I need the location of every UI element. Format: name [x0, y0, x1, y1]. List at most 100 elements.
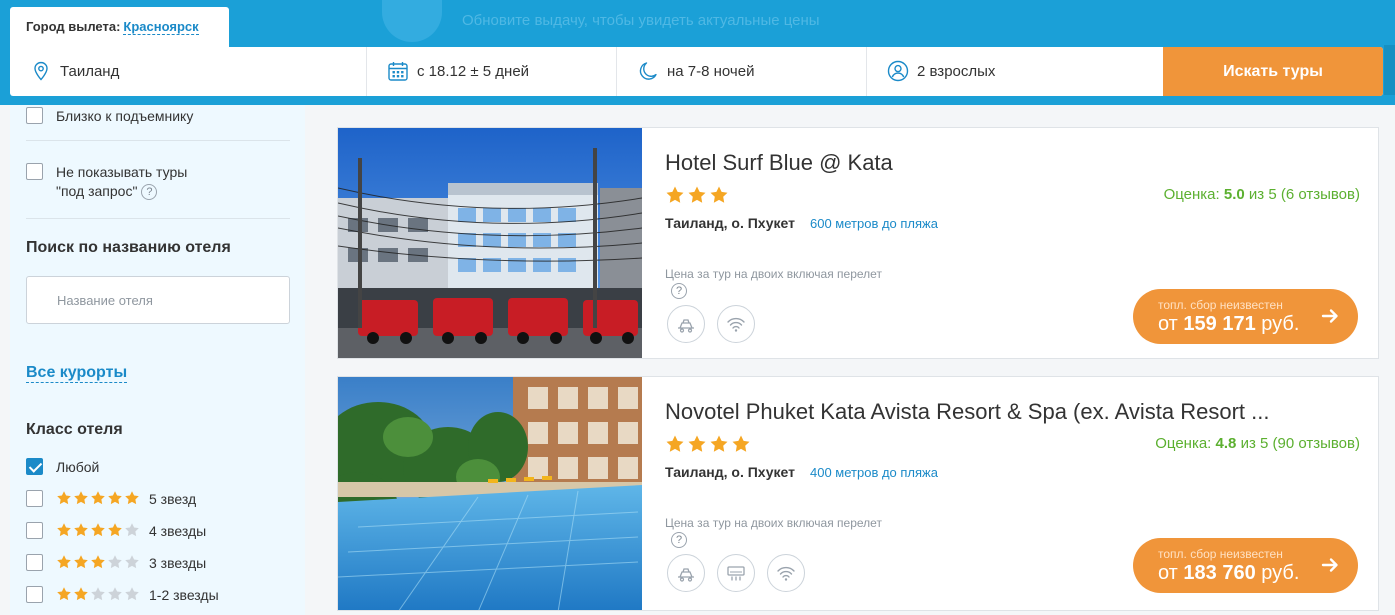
search-tours-button[interactable]: Искать туры: [1163, 47, 1383, 96]
hotel-rating[interactable]: Оценка: 5.0 из 5 (6 отзывов): [1164, 186, 1360, 203]
price-currency: руб.: [1261, 313, 1300, 335]
class-option-1-2[interactable]: 1-2 звезды: [26, 586, 219, 605]
near-lift-label: Близко к подъемнику: [56, 108, 194, 124]
price-value: от 183 760 руб.: [1158, 562, 1299, 585]
hotel-name-input[interactable]: [26, 276, 290, 324]
no-request-checkbox[interactable]: [26, 163, 43, 180]
price-currency: руб.: [1261, 562, 1300, 584]
star-filled-icon: [74, 555, 88, 569]
star-filled-icon: [74, 491, 88, 505]
people-field[interactable]: 2 взрослых: [867, 47, 1163, 96]
price-button[interactable]: топл. сбор неизвестен от 159 171 руб.: [1133, 289, 1358, 344]
help-icon[interactable]: ?: [671, 532, 687, 548]
location-pin-icon: [34, 61, 48, 81]
price-value: от 159 171 руб.: [1158, 313, 1299, 336]
beach-distance-link[interactable]: 400 метров до пляжа: [810, 465, 938, 480]
filter-no-request[interactable]: Не показывать туры "под запрос"?: [26, 163, 187, 201]
star-filled-icon: [91, 491, 105, 505]
star-empty-icon: [108, 587, 122, 601]
date-value: с 18.12 ± 5 дней: [417, 63, 530, 80]
hotel-rating[interactable]: Оценка: 4.8 из 5 (90 отзывов): [1155, 435, 1360, 452]
price-button[interactable]: топл. сбор неизвестен от 183 760 руб.: [1133, 538, 1358, 593]
departure-city-link[interactable]: Красноярск: [123, 19, 199, 35]
arrow-right-icon: [1321, 309, 1338, 323]
filter-near-lift[interactable]: Близко к подъемнику: [26, 107, 193, 126]
date-field[interactable]: с 18.12 ± 5 дней: [367, 47, 617, 96]
class-4-label: 4 звезды: [149, 523, 207, 539]
star-filled-icon: [666, 435, 684, 452]
star-rating: [56, 522, 141, 538]
class-3-label: 3 звезды: [149, 555, 207, 571]
hotel-location: Таиланд, о. Пхукет: [665, 464, 795, 480]
beach-distance-link[interactable]: 600 метров до пляжа: [810, 216, 938, 231]
rating-rest: из 5 (6 отзывов): [1248, 186, 1360, 203]
hotel-info: Novotel Phuket Kata Avista Resort & Spa …: [642, 377, 1378, 610]
class-option-4[interactable]: 4 звезды: [26, 522, 206, 541]
class-1-2-label: 1-2 звезды: [149, 587, 219, 603]
hotel-search-title: Поиск по названию отеля: [26, 239, 231, 256]
hotel-stars: [665, 185, 731, 205]
hotel-name[interactable]: Novotel Phuket Kata Avista Resort & Spa …: [665, 399, 1269, 425]
divider: [26, 218, 290, 219]
hotel-card[interactable]: Hotel Surf Blue @ Kata Оценка: 5.0 из 5 …: [337, 127, 1379, 359]
star-filled-icon: [91, 523, 105, 537]
destination-field[interactable]: Таиланд: [10, 47, 367, 96]
wifi-icon: [717, 305, 755, 343]
star-filled-icon: [74, 587, 88, 601]
rating-value: 5.0: [1223, 186, 1245, 203]
wifi-icon: [767, 554, 805, 592]
filters-sidebar: Близко к подъемнику Не показывать туры "…: [10, 105, 305, 615]
search-bar: Таиланд с 18.12 ± 5 дней на 7-8 ночей 2 …: [10, 47, 1383, 96]
all-resorts-link[interactable]: Все курорты: [26, 364, 128, 383]
class-5-checkbox[interactable]: [26, 490, 43, 507]
star-filled-icon: [108, 523, 122, 537]
star-filled-icon: [732, 435, 750, 452]
hotel-photo[interactable]: [338, 377, 642, 610]
calendar-icon: [388, 62, 408, 81]
class-option-3[interactable]: 3 звезды: [26, 554, 206, 573]
arrow-right-icon: [1321, 558, 1338, 572]
near-lift-checkbox[interactable]: [26, 107, 43, 124]
scrollbar[interactable]: [1384, 45, 1395, 95]
hotel-name[interactable]: Hotel Surf Blue @ Kata: [665, 150, 893, 176]
resort-pool-photo: [338, 377, 642, 610]
price-note: Цена за тур на двоих включая перелет: [665, 267, 882, 281]
star-filled-icon: [710, 435, 728, 452]
class-3-checkbox[interactable]: [26, 554, 43, 571]
price-prefix: от: [1158, 562, 1178, 584]
nights-value: на 7-8 ночей: [667, 63, 755, 80]
class-option-5[interactable]: 5 звезд: [26, 490, 196, 509]
help-icon[interactable]: ?: [671, 283, 687, 299]
rating-value: 4.8: [1215, 435, 1237, 452]
class-any-checkbox[interactable]: [26, 458, 43, 475]
people-value: 2 взрослых: [917, 63, 996, 80]
no-request-line2: "под запрос": [56, 183, 138, 199]
star-filled-icon: [710, 186, 728, 203]
star-rating: [56, 554, 141, 570]
no-request-line1: Не показывать туры: [56, 164, 188, 180]
hotel-class-title: Класс отеля: [26, 421, 123, 438]
star-empty-icon: [125, 555, 139, 569]
update-hint: Обновите выдачу, чтобы увидеть актуальны…: [462, 12, 820, 29]
hotel-card[interactable]: Novotel Phuket Kata Avista Resort & Spa …: [337, 376, 1379, 611]
star-empty-icon: [125, 587, 139, 601]
refresh-icon: [382, 0, 442, 42]
departure-city-tab: Город вылета: Красноярск: [10, 7, 229, 48]
class-option-any[interactable]: Любой: [26, 458, 99, 477]
star-filled-icon: [688, 186, 706, 203]
class-1-2-checkbox[interactable]: [26, 586, 43, 603]
nights-field[interactable]: на 7-8 ночей: [617, 47, 867, 96]
hotel-info: Hotel Surf Blue @ Kata Оценка: 5.0 из 5 …: [642, 128, 1378, 358]
star-filled-icon: [57, 523, 71, 537]
transfer-icon: [667, 305, 705, 343]
help-icon[interactable]: ?: [141, 184, 158, 201]
star-filled-icon: [57, 587, 71, 601]
price-amount: 183 760: [1183, 562, 1256, 584]
hotel-photo[interactable]: [338, 128, 642, 358]
star-filled-icon: [666, 186, 684, 203]
class-4-checkbox[interactable]: [26, 522, 43, 539]
price-note: Цена за тур на двоих включая перелет: [665, 516, 882, 530]
class-5-label: 5 звезд: [149, 491, 197, 507]
class-any-label: Любой: [56, 459, 100, 475]
star-filled-icon: [688, 435, 706, 452]
